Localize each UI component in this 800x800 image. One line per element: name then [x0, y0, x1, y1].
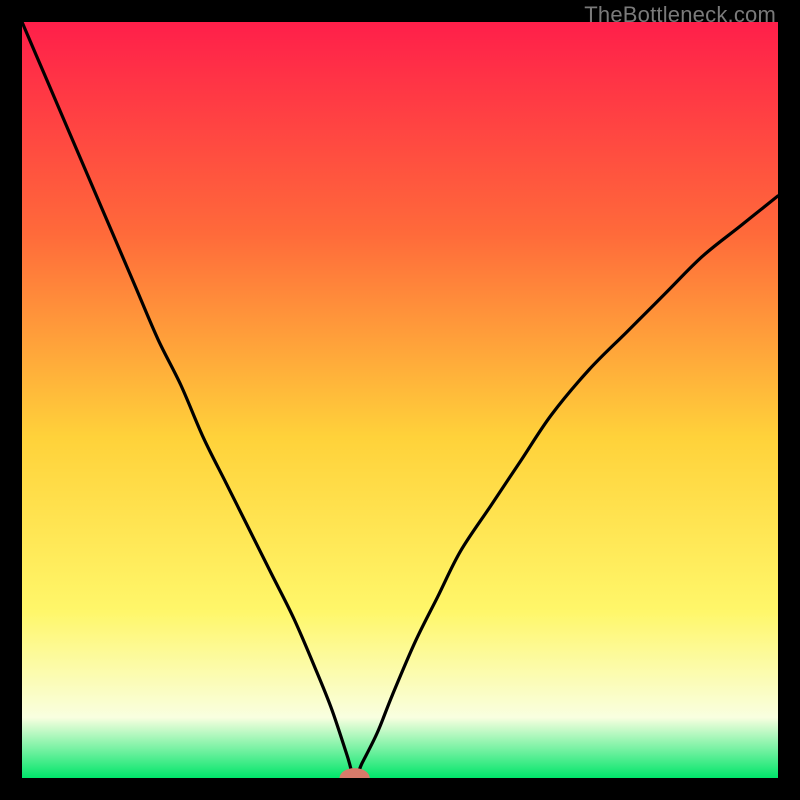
- bottleneck-chart: [22, 22, 778, 778]
- watermark-text: TheBottleneck.com: [584, 2, 776, 28]
- gradient-background: [22, 22, 778, 778]
- chart-frame: [22, 22, 778, 778]
